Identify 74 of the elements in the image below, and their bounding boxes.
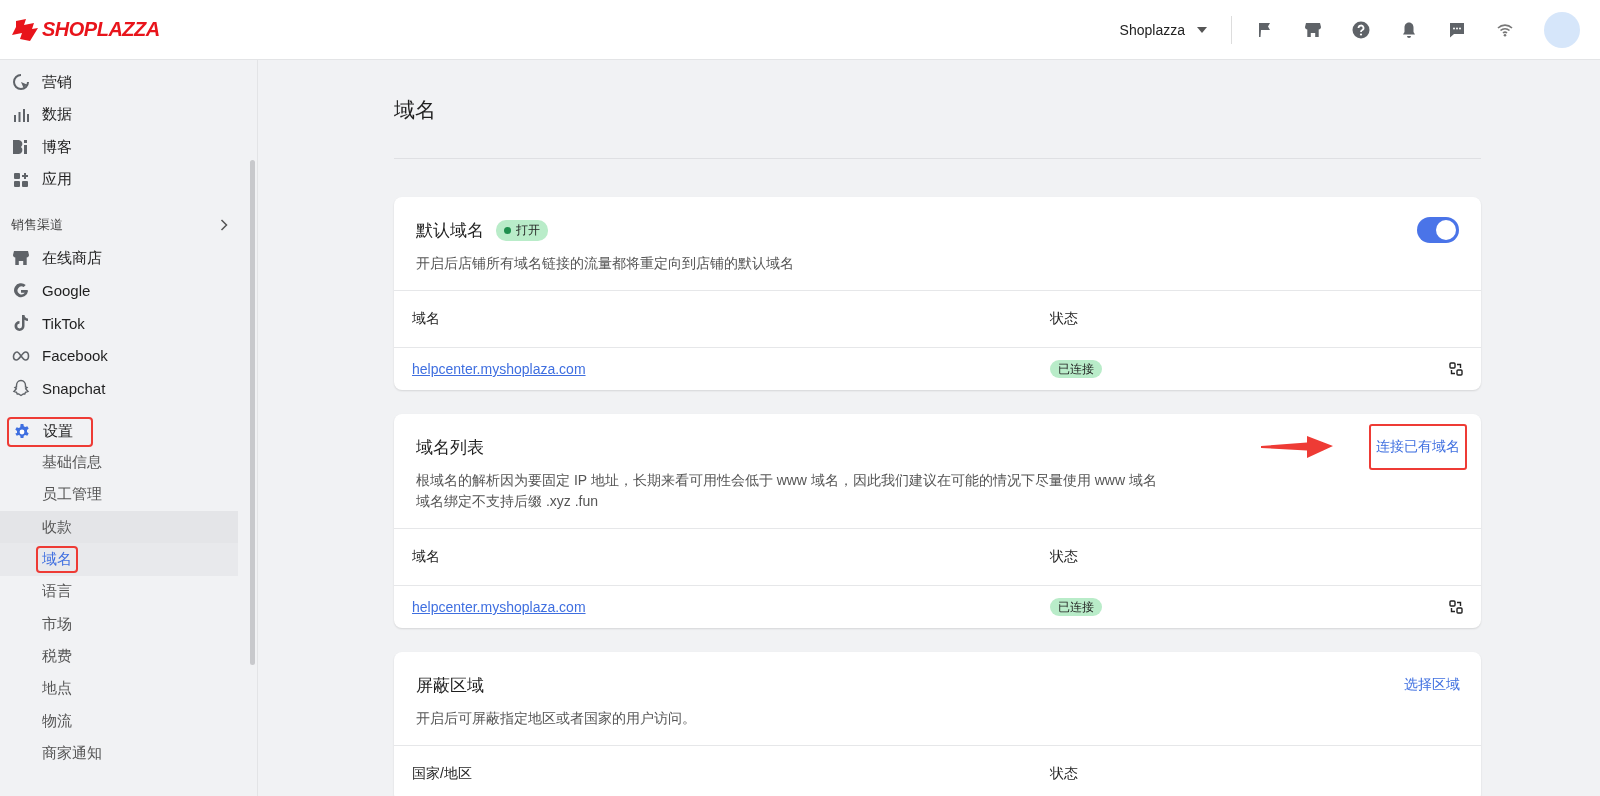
status-badge: 已连接 xyxy=(1050,360,1102,378)
nav-item[interactable]: 博客 xyxy=(0,131,250,164)
column-header: 状态 xyxy=(1050,548,1079,566)
card-description: 根域名的解析因为要固定 IP 地址，长期来看可用性会低于 www 域名，因此我们建议在可能的情况下尽量使用 www 域名 xyxy=(416,471,1157,490)
action-link[interactable]: 连接已有域名 xyxy=(1369,424,1467,470)
nav-label: 应用 xyxy=(42,170,72,190)
bell-icon[interactable] xyxy=(1400,20,1418,39)
card-title: 域名列表 xyxy=(416,436,484,459)
column-header: 状态 xyxy=(1050,765,1079,783)
nav-item[interactable]: Snapchat xyxy=(0,372,250,405)
settings-subitem[interactable]: 语言 xyxy=(0,575,238,608)
column-header: 状态 xyxy=(1050,310,1079,328)
settings-subitem[interactable]: 基础信息 xyxy=(0,446,238,479)
domain-link[interactable]: helpcenter.myshoplaza.com xyxy=(412,599,586,615)
card-description: 开启后店铺所有域名链接的流量都将重定向到店铺的默认域名 xyxy=(416,254,794,273)
chat-icon[interactable] xyxy=(1448,20,1466,39)
settings-subitem[interactable]: 收款 xyxy=(0,511,238,544)
caret-icon xyxy=(1197,26,1207,33)
settings-subitem[interactable]: 商家通知 xyxy=(0,737,238,770)
google-icon xyxy=(12,281,30,300)
brand-name: SHOPLAZZA xyxy=(42,18,160,41)
switch-icon[interactable] xyxy=(1449,362,1463,376)
snapchat-icon xyxy=(12,379,30,398)
nav-label: Facebook xyxy=(42,347,108,365)
page-title: 域名 xyxy=(394,97,437,123)
settings-subitem[interactable]: 市场 xyxy=(0,608,238,641)
status-badge: 已连接 xyxy=(1050,598,1102,616)
section-title: 销售渠道 xyxy=(11,216,63,234)
marketing-icon xyxy=(12,73,30,92)
storefront-icon[interactable] xyxy=(1304,20,1322,39)
nav-label: Google xyxy=(42,282,91,300)
nav-item[interactable]: Google xyxy=(0,274,250,307)
column-header: 国家/地区 xyxy=(412,765,473,783)
nav-item[interactable]: 在线商店 xyxy=(0,242,250,275)
settings-subitem[interactable]: 税费 xyxy=(0,640,238,673)
settings-nav-item[interactable]: 设置 xyxy=(7,416,93,447)
column-header: 域名 xyxy=(412,310,441,328)
nav-label: Snapchat xyxy=(42,379,106,397)
nav-label: 博客 xyxy=(42,137,72,157)
annotation-arrow xyxy=(1261,436,1333,458)
nav-item[interactable]: TikTok xyxy=(0,307,250,340)
settings-subitem[interactable]: 员工管理 xyxy=(0,478,238,512)
card-title: 屏蔽区域 xyxy=(416,674,484,697)
nav-label: 数据 xyxy=(42,105,72,125)
nav-item[interactable]: 数据 xyxy=(0,98,250,131)
nav-label: 营销 xyxy=(42,72,72,92)
nav-item[interactable]: Facebook xyxy=(0,339,250,372)
tiktok-icon xyxy=(12,314,30,333)
nav-label: TikTok xyxy=(42,314,85,332)
nav-item[interactable]: 营销 xyxy=(0,66,250,99)
action-link[interactable]: 选择区域 xyxy=(1397,662,1467,708)
apps-icon xyxy=(12,170,30,189)
card-description: 开启后可屏蔽指定地区或者国家的用户访问。 xyxy=(416,709,696,728)
nav-item[interactable]: 应用 xyxy=(0,163,250,196)
column-header: 域名 xyxy=(412,548,441,566)
settings-subitem[interactable]: 物流 xyxy=(0,704,238,738)
switch-icon[interactable] xyxy=(1449,600,1463,614)
settings-subitem[interactable]: 域名 xyxy=(0,543,238,576)
settings-icon xyxy=(13,422,31,441)
nav-label: 设置 xyxy=(43,422,73,441)
card-title: 默认域名 xyxy=(416,219,484,242)
logo-icon xyxy=(12,18,38,41)
card-description: 域名绑定不支持后缀 .xyz .fun xyxy=(416,492,600,511)
store-icon xyxy=(12,249,30,268)
settings-subitem[interactable]: 地点 xyxy=(0,672,238,705)
help-icon[interactable] xyxy=(1352,20,1370,39)
store-switcher[interactable]: Shoplazza xyxy=(1119,17,1207,42)
status-badge: 打开 xyxy=(496,219,548,241)
blog-icon xyxy=(12,138,30,157)
toggle-switch[interactable] xyxy=(1417,217,1459,243)
chevron-right-icon[interactable] xyxy=(220,219,228,231)
nav-label: 在线商店 xyxy=(42,248,102,268)
domain-link[interactable]: helpcenter.myshoplaza.com xyxy=(412,361,586,377)
scrollbar-thumb[interactable] xyxy=(250,160,255,665)
